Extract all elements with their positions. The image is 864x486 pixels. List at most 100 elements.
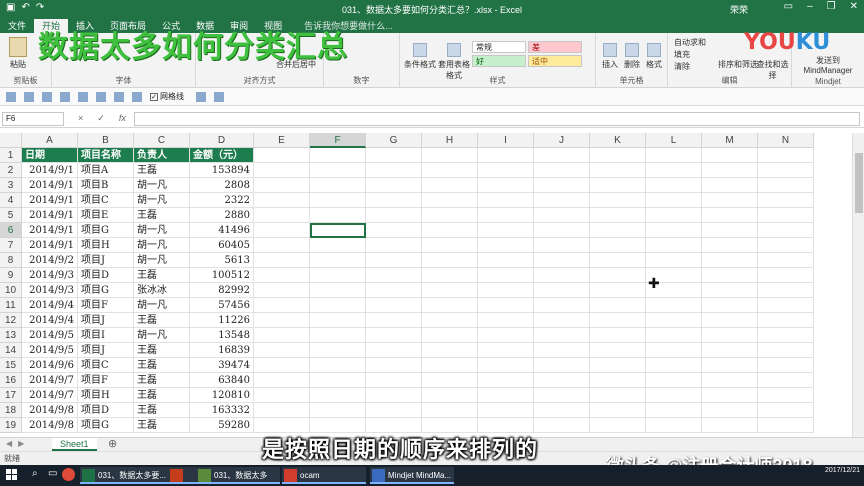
empty-cell[interactable] [758, 148, 814, 163]
data-cell[interactable]: 王磊 [134, 313, 190, 328]
empty-cell[interactable] [702, 403, 758, 418]
empty-cell[interactable] [254, 328, 310, 343]
empty-cell[interactable] [478, 208, 534, 223]
empty-cell[interactable] [758, 223, 814, 238]
empty-cell[interactable] [758, 298, 814, 313]
empty-cell[interactable] [422, 328, 478, 343]
minimize-icon[interactable]: – [807, 1, 813, 12]
empty-cell[interactable] [310, 403, 366, 418]
empty-cell[interactable] [534, 388, 590, 403]
send-to-mindmanager-button[interactable]: 发送到 MindManager [798, 55, 858, 75]
empty-cell[interactable] [646, 163, 702, 178]
data-cell[interactable]: 2808 [190, 178, 254, 193]
empty-cell[interactable] [422, 253, 478, 268]
empty-cell[interactable] [702, 298, 758, 313]
empty-cell[interactable] [422, 238, 478, 253]
empty-cell[interactable] [758, 193, 814, 208]
header-cell[interactable]: 金额（元） [190, 148, 254, 163]
empty-cell[interactable] [366, 148, 422, 163]
empty-cell[interactable] [758, 268, 814, 283]
empty-cell[interactable] [422, 358, 478, 373]
empty-cell[interactable] [534, 283, 590, 298]
data-cell[interactable]: 张冰冰 [134, 283, 190, 298]
data-cell[interactable]: 153894 [190, 163, 254, 178]
insert-button[interactable]: 插入 [600, 43, 620, 70]
empty-cell[interactable] [310, 238, 366, 253]
empty-cell[interactable] [478, 253, 534, 268]
data-cell[interactable]: 2014/9/4 [22, 313, 78, 328]
empty-cell[interactable] [478, 313, 534, 328]
row-header[interactable]: 4 [0, 193, 22, 208]
empty-cell[interactable] [590, 163, 646, 178]
empty-cell[interactable] [702, 358, 758, 373]
empty-cell[interactable] [590, 268, 646, 283]
empty-cell[interactable] [422, 343, 478, 358]
empty-cell[interactable] [254, 388, 310, 403]
empty-cell[interactable] [590, 148, 646, 163]
empty-cell[interactable] [478, 388, 534, 403]
empty-cell[interactable] [422, 313, 478, 328]
empty-cell[interactable] [254, 298, 310, 313]
empty-cell[interactable] [590, 208, 646, 223]
data-cell[interactable]: 王磊 [134, 343, 190, 358]
data-cell[interactable]: 82992 [190, 283, 254, 298]
data-cell[interactable]: 2014/9/1 [22, 163, 78, 178]
empty-cell[interactable] [310, 388, 366, 403]
empty-cell[interactable] [646, 178, 702, 193]
data-cell[interactable]: 59280 [190, 418, 254, 433]
empty-cell[interactable] [590, 373, 646, 388]
toolbar-icon-3[interactable] [42, 92, 52, 102]
empty-cell[interactable] [254, 373, 310, 388]
data-cell[interactable]: 王磊 [134, 268, 190, 283]
empty-cell[interactable] [254, 208, 310, 223]
empty-cell[interactable] [534, 238, 590, 253]
data-cell[interactable]: 项目A [78, 163, 134, 178]
empty-cell[interactable] [534, 358, 590, 373]
row-header[interactable]: 6 [0, 223, 22, 238]
data-cell[interactable]: 王磊 [134, 163, 190, 178]
data-cell[interactable]: 项目D [78, 268, 134, 283]
data-cell[interactable]: 项目C [78, 193, 134, 208]
data-cell[interactable]: 11226 [190, 313, 254, 328]
empty-cell[interactable] [758, 283, 814, 298]
style-neutral[interactable]: 适中 [528, 55, 582, 67]
data-cell[interactable]: 2014/9/3 [22, 268, 78, 283]
empty-cell[interactable] [422, 418, 478, 433]
empty-cell[interactable] [758, 328, 814, 343]
row-header[interactable]: 9 [0, 268, 22, 283]
empty-cell[interactable] [534, 223, 590, 238]
empty-cell[interactable] [758, 313, 814, 328]
empty-cell[interactable] [366, 178, 422, 193]
empty-cell[interactable] [310, 358, 366, 373]
empty-cell[interactable] [422, 223, 478, 238]
column-header-m[interactable]: M [702, 133, 758, 148]
row-header[interactable]: 19 [0, 418, 22, 433]
data-cell[interactable]: 项目E [78, 208, 134, 223]
empty-cell[interactable] [590, 223, 646, 238]
empty-cell[interactable] [646, 388, 702, 403]
empty-cell[interactable] [758, 418, 814, 433]
empty-cell[interactable] [646, 193, 702, 208]
empty-cell[interactable] [422, 298, 478, 313]
empty-cell[interactable] [534, 253, 590, 268]
empty-cell[interactable] [758, 403, 814, 418]
empty-cell[interactable] [478, 163, 534, 178]
empty-cell[interactable] [366, 403, 422, 418]
empty-cell[interactable] [646, 148, 702, 163]
empty-cell[interactable] [422, 163, 478, 178]
column-header-f[interactable]: F [310, 133, 366, 148]
style-normal[interactable]: 常规 [472, 41, 526, 53]
empty-cell[interactable] [702, 238, 758, 253]
toolbar-icon-9[interactable] [196, 92, 206, 102]
toolbar-icon-2[interactable] [24, 92, 34, 102]
column-header-d[interactable]: D [190, 133, 254, 148]
empty-cell[interactable] [590, 403, 646, 418]
task-view-icon[interactable]: ▭ [48, 468, 57, 479]
empty-cell[interactable] [534, 268, 590, 283]
data-cell[interactable]: 60405 [190, 238, 254, 253]
header-cell[interactable]: 日期 [22, 148, 78, 163]
empty-cell[interactable] [534, 148, 590, 163]
empty-cell[interactable] [310, 208, 366, 223]
autosum-button[interactable]: 自动求和 [674, 37, 706, 48]
empty-cell[interactable] [254, 358, 310, 373]
